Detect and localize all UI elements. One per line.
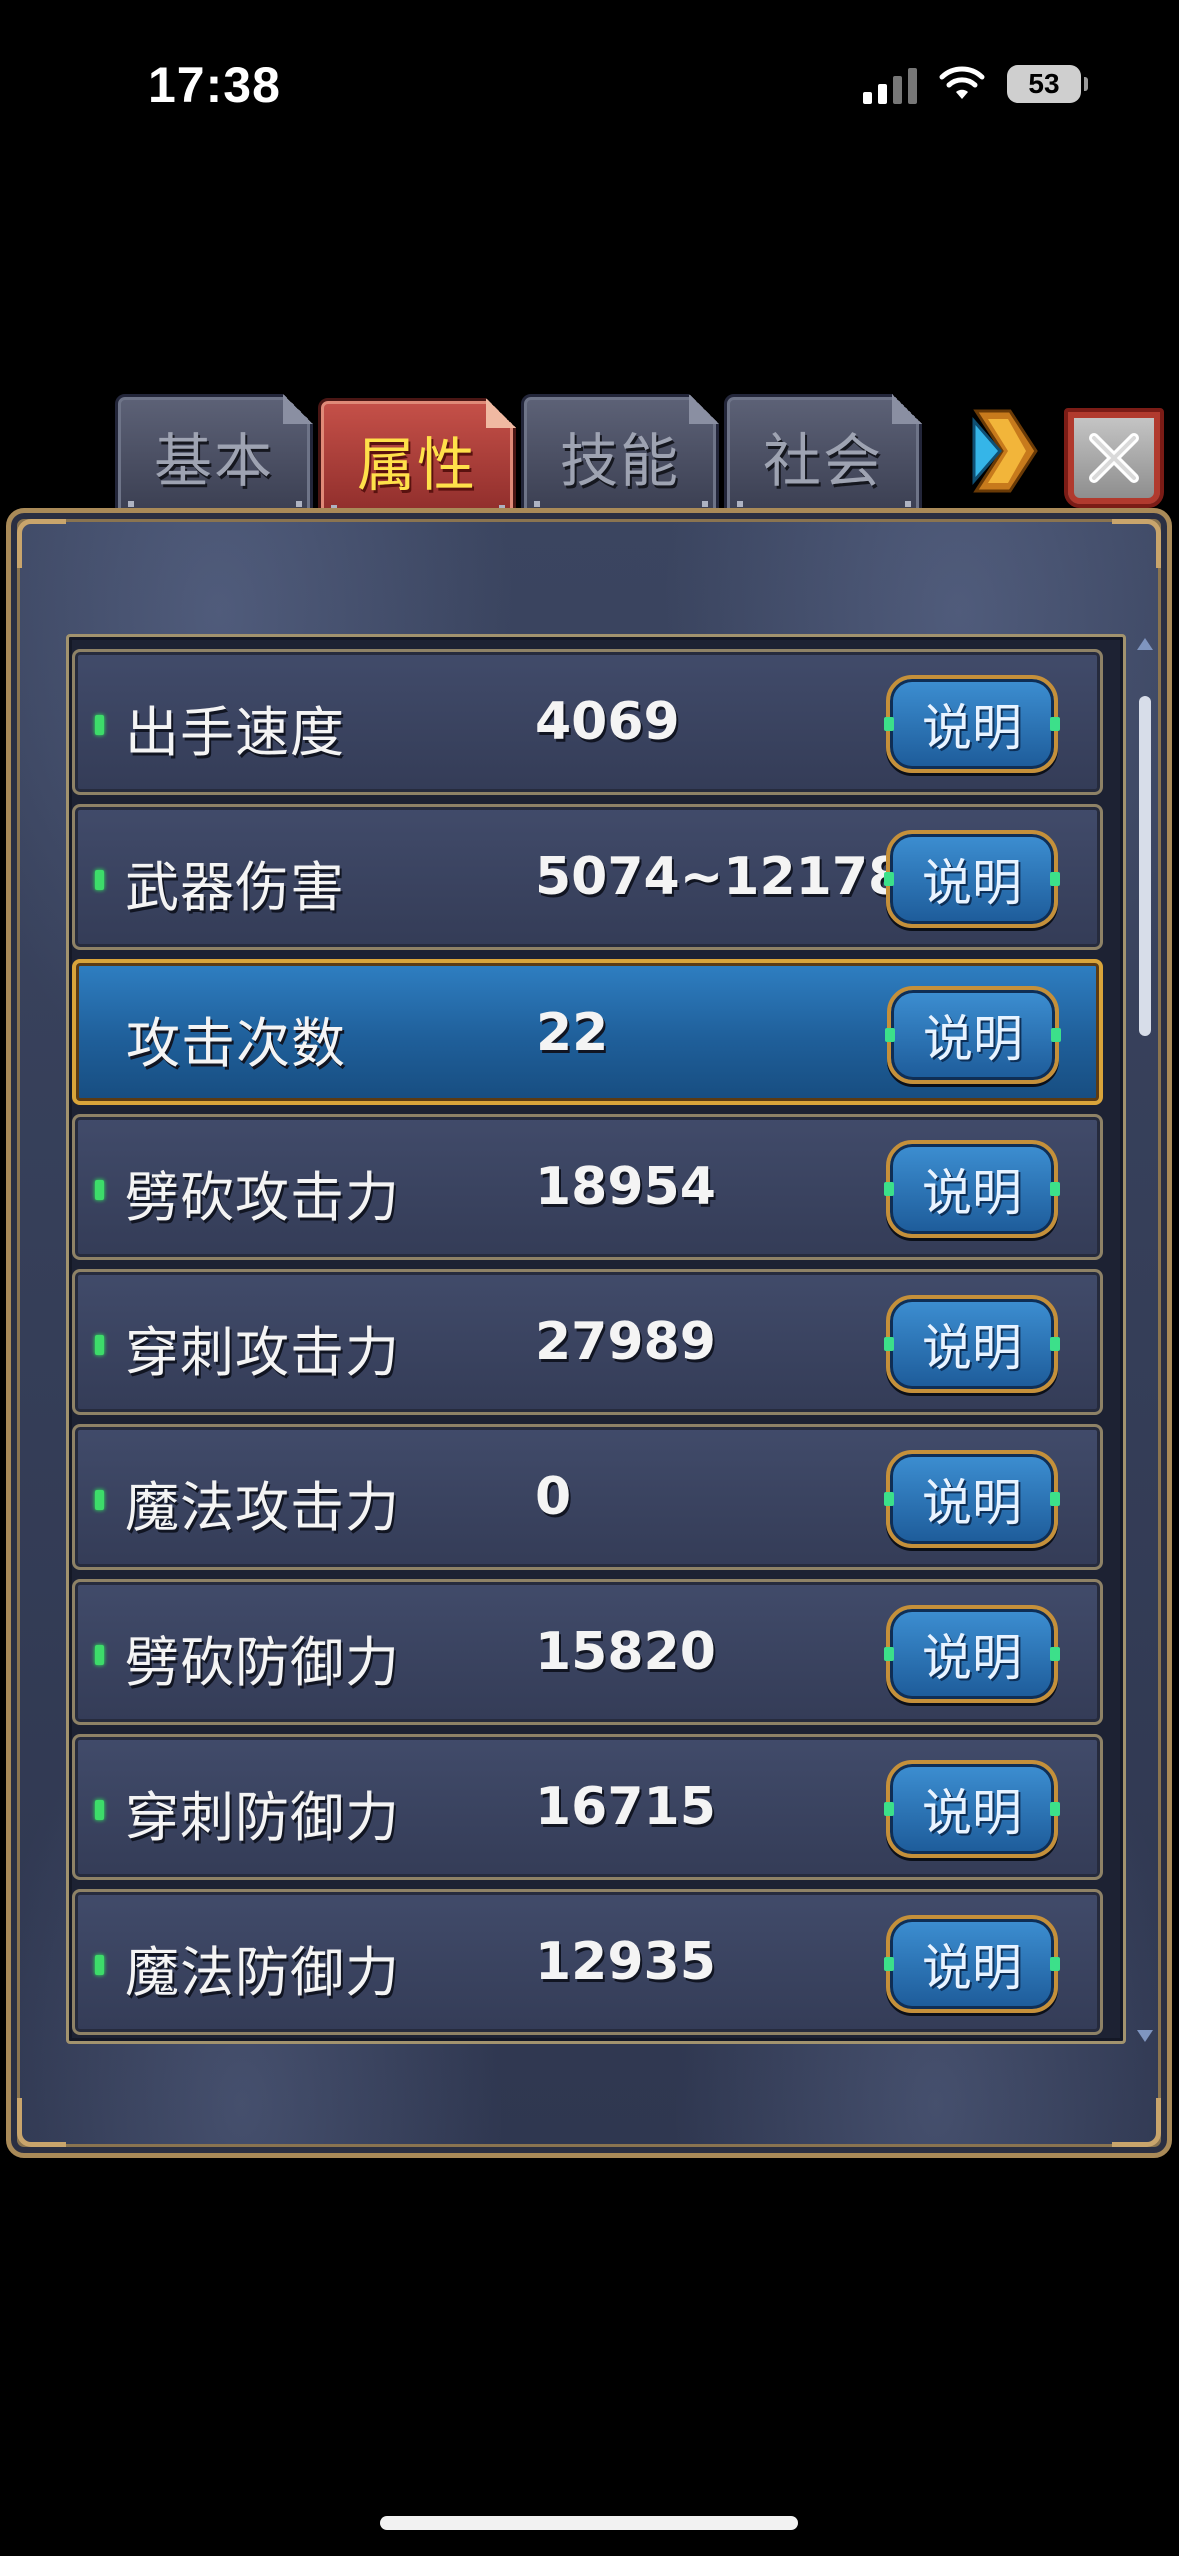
attribute-row-attack-count[interactable]: 攻击次数 22 说明 [72, 959, 1103, 1105]
next-arrow-icon[interactable] [970, 405, 1040, 497]
explain-button[interactable]: 说明 [885, 986, 1061, 1084]
attribute-row-weapon-damage[interactable]: 武器伤害 5074~12178 说明 [72, 804, 1103, 950]
explain-button[interactable]: 说明 [884, 830, 1060, 928]
explain-button[interactable]: 说明 [884, 1450, 1060, 1548]
explain-button-label: 说明 [922, 699, 1022, 757]
explain-button[interactable]: 说明 [884, 1605, 1060, 1703]
attribute-row-magic-attack[interactable]: 魔法攻击力 0 说明 [72, 1424, 1103, 1570]
battery-icon: 53 [1007, 65, 1088, 103]
scroll-thumb[interactable] [1139, 696, 1151, 1036]
tab-skills[interactable]: 技能 [521, 394, 719, 518]
bullet-marker [95, 870, 104, 890]
explain-button-label: 说明 [923, 1010, 1023, 1068]
explain-button-label: 说明 [922, 1939, 1022, 1997]
attribute-name: 劈砍防御力 [125, 1631, 400, 1694]
explain-button[interactable]: 说明 [884, 1295, 1060, 1393]
attribute-name: 劈砍攻击力 [125, 1166, 400, 1229]
attribute-value: 12935 [535, 1932, 716, 1992]
attribute-value: 27989 [535, 1312, 716, 1372]
explain-button-label: 说明 [922, 1784, 1022, 1842]
bullet-marker [95, 1490, 104, 1510]
attribute-value: 18954 [535, 1157, 716, 1217]
explain-button-label: 说明 [922, 854, 1022, 912]
status-time: 17:38 [148, 57, 281, 113]
attribute-name: 出手速度 [125, 701, 345, 764]
explain-button-label: 说明 [922, 1629, 1022, 1687]
tab-label: 技能 [559, 427, 680, 495]
explain-button-label: 说明 [922, 1164, 1022, 1222]
attribute-value: 4069 [535, 692, 680, 752]
cellular-signal-icon [863, 64, 917, 104]
attribute-name: 穿刺防御力 [125, 1786, 400, 1849]
status-icons: 53 [863, 62, 1088, 106]
scrollbar[interactable] [1133, 636, 1157, 2044]
explain-button[interactable]: 说明 [884, 1140, 1060, 1238]
attribute-value: 15820 [535, 1622, 716, 1682]
bullet-marker [95, 1645, 104, 1665]
attribute-name: 魔法攻击力 [125, 1476, 400, 1539]
explain-button[interactable]: 说明 [884, 1915, 1060, 2013]
attribute-row-slash-defense[interactable]: 劈砍防御力 15820 说明 [72, 1579, 1103, 1725]
attribute-name: 穿刺攻击力 [125, 1321, 400, 1384]
attribute-row-magic-defense[interactable]: 魔法防御力 12935 说明 [72, 1889, 1103, 2035]
close-icon [1089, 433, 1139, 483]
attribute-name: 攻击次数 [126, 1012, 346, 1075]
attribute-row-pierce-defense[interactable]: 穿刺防御力 16715 说明 [72, 1734, 1103, 1880]
tab-basic[interactable]: 基本 [115, 394, 313, 518]
tab-social[interactable]: 社会 [724, 394, 922, 518]
explain-button[interactable]: 说明 [884, 675, 1060, 773]
explain-button-label: 说明 [922, 1319, 1022, 1377]
home-indicator[interactable] [380, 2516, 798, 2530]
bullet-marker [95, 715, 104, 735]
attribute-value: 22 [536, 1003, 609, 1063]
attribute-row-attack-speed[interactable]: 出手速度 4069 说明 [72, 649, 1103, 795]
attribute-row-slash-attack[interactable]: 劈砍攻击力 18954 说明 [72, 1114, 1103, 1260]
bullet-marker [95, 1955, 104, 1975]
bullet-marker [95, 1800, 104, 1820]
scroll-up-arrow-icon[interactable] [1137, 638, 1153, 650]
attribute-name: 魔法防御力 [125, 1941, 400, 2004]
tab-attributes[interactable]: 属性 [318, 398, 516, 522]
bullet-marker [95, 1335, 104, 1355]
attribute-value: 16715 [535, 1777, 716, 1837]
attribute-value: 0 [535, 1467, 572, 1527]
explain-button-label: 说明 [922, 1474, 1022, 1532]
attribute-value: 5074~12178 [535, 847, 905, 907]
close-button[interactable] [1064, 408, 1164, 508]
explain-button[interactable]: 说明 [884, 1760, 1060, 1858]
attribute-name: 武器伤害 [125, 856, 345, 919]
tab-label: 属性 [356, 431, 477, 499]
scroll-down-arrow-icon[interactable] [1137, 2030, 1153, 2042]
panel-corner-ornament [1112, 2098, 1161, 2147]
tab-label: 社会 [762, 427, 883, 495]
battery-level: 53 [1028, 68, 1060, 99]
attribute-row-pierce-attack[interactable]: 穿刺攻击力 27989 说明 [72, 1269, 1103, 1415]
panel-corner-ornament [17, 519, 66, 568]
bullet-marker [95, 1180, 104, 1200]
tab-label: 基本 [153, 427, 274, 495]
panel-corner-ornament [17, 2098, 66, 2147]
wifi-icon [939, 66, 985, 99]
panel-corner-ornament [1112, 519, 1161, 568]
